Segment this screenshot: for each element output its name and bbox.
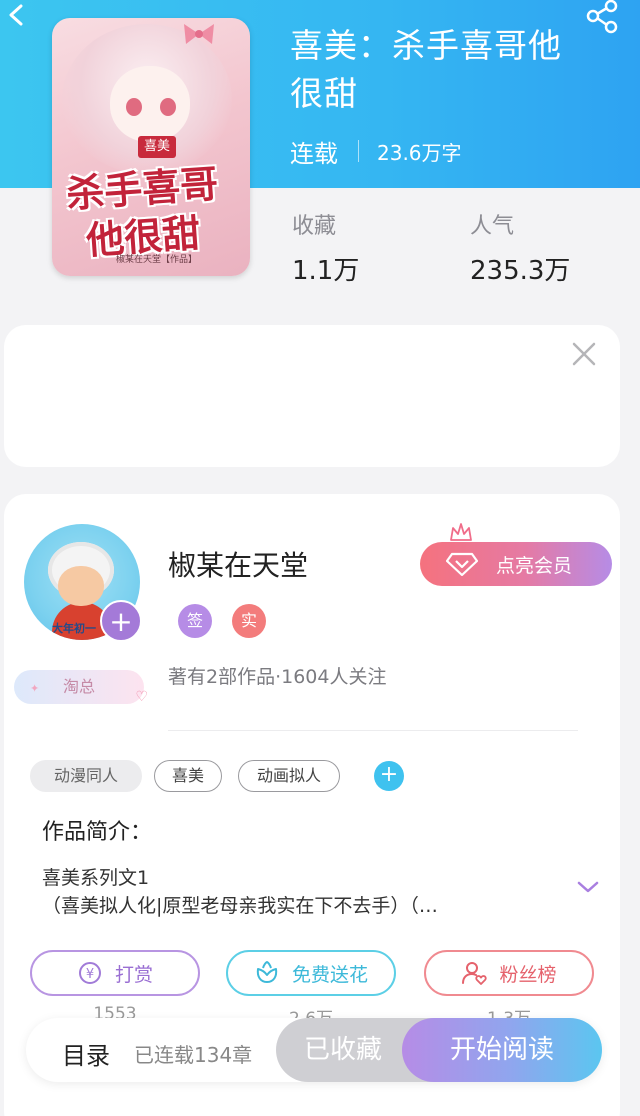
chevron-down-icon[interactable] [576, 878, 600, 896]
author-name[interactable]: 椒某在天堂 [168, 544, 308, 584]
book-cover[interactable]: 喜美 杀手喜哥 他很甜 椒某在天堂【作品】 [52, 18, 250, 276]
add-tag-button[interactable]: + [374, 761, 404, 791]
toc-button[interactable]: 目录 [62, 1036, 110, 1071]
signed-author-badge: 签 [178, 604, 212, 638]
intro-label: 作品简介： [42, 820, 153, 845]
status-divider [358, 140, 359, 162]
tag-anime-fanfic[interactable]: 动漫同人 [30, 760, 142, 792]
cover-eye-art [160, 98, 176, 116]
serial-status: 连载 [290, 139, 338, 168]
heart-icon: ♡ [135, 689, 148, 705]
close-icon[interactable] [570, 340, 598, 368]
user-heart-icon [462, 962, 488, 985]
vip-activate-button[interactable]: 点亮会员 [420, 542, 612, 586]
back-arrow-icon[interactable] [6, 4, 28, 26]
fan-level-tag: ✦ 淘总 ♡ [14, 670, 148, 705]
collect-label: 收藏 [292, 214, 337, 239]
reward-button[interactable]: ¥ 打赏 [30, 950, 200, 996]
vip-button-label: 点亮会员 [496, 554, 573, 577]
follow-author-button[interactable]: + [100, 600, 142, 642]
start-reading-button[interactable]: 开始阅读 [402, 1018, 602, 1082]
avatar-sheep-face-art [58, 566, 104, 606]
flower-icon [256, 961, 278, 983]
cover-eye-art [126, 98, 142, 116]
intro-line-1: 喜美系列文1 [42, 867, 150, 889]
popularity-label: 人气 [470, 214, 515, 239]
verified-author-badge: 实 [232, 604, 266, 638]
intro-line-2: （喜美拟人化|原型老母亲我实在下不去手）（… [42, 895, 438, 917]
fan-ranking-label: 粉丝榜 [499, 963, 557, 986]
send-flower-button[interactable]: 免费送花 [226, 950, 396, 996]
tag-ximei[interactable]: 喜美 [154, 760, 222, 792]
diamond-icon [446, 552, 478, 576]
cover-author-credit: 椒某在天堂【作品】 [116, 255, 198, 265]
cover-face-art [110, 66, 190, 142]
book-title: 喜美：杀手喜哥他很甜 [290, 26, 562, 113]
reward-label: 打赏 [114, 963, 153, 986]
intro-text[interactable]: 喜美系列文1 （喜美拟人化|原型老母亲我实在下不去手）（… [42, 864, 572, 920]
book-status-row: 连载 23.6万字 [290, 134, 462, 168]
collect-value: 1.1万 [292, 256, 360, 286]
word-count: 23.6万字 [377, 140, 462, 165]
fan-ranking-button[interactable]: 粉丝榜 [424, 950, 594, 996]
avatar-caption: 大年初一 [52, 622, 96, 635]
cover-series-badge: 喜美 [138, 136, 177, 158]
ad-banner-card [4, 325, 620, 467]
tag-anthropomorphic[interactable]: 动画拟人 [238, 760, 340, 792]
popularity-value: 235.3万 [470, 256, 571, 286]
fan-level-label: 淘总 [62, 677, 95, 696]
send-flower-label: 免费送花 [291, 963, 368, 986]
author-divider [168, 730, 578, 731]
bow-icon [184, 24, 214, 44]
chapter-count[interactable]: 已连载134章 [134, 1039, 252, 1068]
yen-coin-icon: ¥ [78, 962, 101, 984]
sparkle-icon: ✦ [30, 682, 40, 695]
author-meta: 著有2部作品·1604人关注 [168, 666, 387, 688]
svg-text:¥: ¥ [86, 967, 94, 982]
